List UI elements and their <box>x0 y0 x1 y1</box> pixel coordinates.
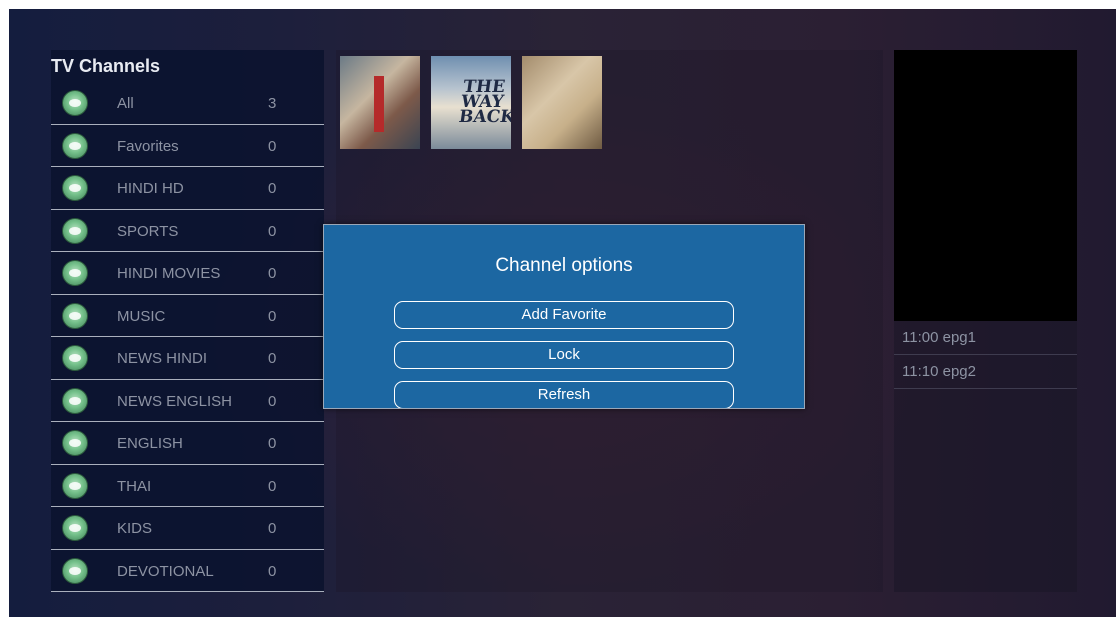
channel-logo-icon <box>62 472 88 499</box>
channel-panel: TV Channels All 3 Favorites 0 HINDI HD 0… <box>51 50 324 592</box>
channel-item[interactable]: THAI 0 <box>51 465 324 507</box>
channel-name: MUSIC <box>117 307 166 325</box>
channel-logo-icon <box>62 515 88 541</box>
panel-title: TV Channels <box>51 56 161 76</box>
poster-title: THE WAY BACK <box>457 77 511 127</box>
channel-name: THAI <box>117 477 152 495</box>
channel-name: DEVOTIONAL <box>117 562 214 580</box>
channel-item[interactable]: SPORTS 0 <box>51 210 324 252</box>
channel-count: 0 <box>268 477 277 495</box>
channel-count: 0 <box>268 435 277 452</box>
channel-count: 3 <box>268 95 277 112</box>
channel-count: 0 <box>268 307 277 325</box>
channel-item[interactable]: DEVOTIONAL 0 <box>51 550 324 592</box>
channel-count: 0 <box>268 520 277 537</box>
channel-item[interactable]: NEWS HINDI 0 <box>51 337 324 380</box>
channel-item[interactable]: NEWS ENGLISH 0 <box>51 380 324 422</box>
channel-item[interactable]: ENGLISH 0 <box>51 422 324 465</box>
channel-options-dialog: Channel options Add Favorite Lock Refres… <box>323 224 805 409</box>
channel-count: 0 <box>268 265 277 282</box>
channel-logo-icon <box>62 90 88 116</box>
channel-logo-icon <box>62 260 88 286</box>
movie-poster[interactable]: THE WAY BACK <box>431 56 511 149</box>
channel-logo-icon <box>62 430 88 456</box>
channel-name: Favorites <box>117 137 179 155</box>
channel-count: 0 <box>268 137 277 155</box>
lock-button[interactable]: Lock <box>394 341 734 369</box>
channel-item[interactable]: All 3 <box>51 82 324 125</box>
channel-name: SPORTS <box>117 222 179 240</box>
channel-logo-icon <box>62 345 88 371</box>
channel-logo-icon <box>62 217 88 244</box>
epg-title: epg1 <box>942 329 976 346</box>
epg-title: epg2 <box>942 363 976 380</box>
epg-item[interactable]: 11:10 epg2 <box>894 355 1077 389</box>
channel-count: 0 <box>268 350 277 367</box>
epg-time: 11:00 <box>902 329 939 346</box>
epg-item[interactable]: 11:00 epg1 <box>894 321 1077 355</box>
channel-count: 0 <box>268 222 277 240</box>
epg-panel: 11:00 epg1 11:10 epg2 <box>894 321 1077 592</box>
channel-count: 0 <box>268 562 277 580</box>
channel-name: NEWS ENGLISH <box>117 392 233 410</box>
movie-poster[interactable] <box>340 56 420 149</box>
channel-logo-icon <box>62 175 88 201</box>
refresh-button[interactable]: Refresh <box>394 381 734 408</box>
channel-item[interactable]: KIDS 0 <box>51 507 324 550</box>
channel-name: All <box>117 95 134 112</box>
add-favorite-button[interactable]: Add Favorite <box>394 301 734 329</box>
epg-time: 11:10 <box>902 363 939 380</box>
channel-list: All 3 Favorites 0 HINDI HD 0 SPORTS 0 HI… <box>51 82 324 592</box>
channel-logo-icon <box>62 302 88 329</box>
channel-name: HINDI MOVIES <box>117 265 221 282</box>
channel-item[interactable]: MUSIC 0 <box>51 295 324 337</box>
video-preview[interactable] <box>894 50 1077 321</box>
channel-logo-icon <box>62 387 88 414</box>
channel-item[interactable]: HINDI HD 0 <box>51 167 324 210</box>
channel-name: KIDS <box>117 520 153 537</box>
tv-app-screen: TV Channels All 3 Favorites 0 HINDI HD 0… <box>9 9 1116 617</box>
channel-logo-icon <box>62 557 88 584</box>
channel-count: 0 <box>268 180 277 197</box>
channel-name: NEWS HINDI <box>117 350 207 367</box>
channel-logo-icon <box>62 132 88 159</box>
channel-count: 0 <box>268 392 277 410</box>
dialog-title: Channel options <box>495 255 633 276</box>
movie-poster[interactable] <box>522 56 602 149</box>
channel-item[interactable]: HINDI MOVIES 0 <box>51 252 324 295</box>
channel-item[interactable]: Favorites 0 <box>51 125 324 167</box>
channel-name: ENGLISH <box>117 435 183 452</box>
channel-name: HINDI HD <box>117 180 184 197</box>
